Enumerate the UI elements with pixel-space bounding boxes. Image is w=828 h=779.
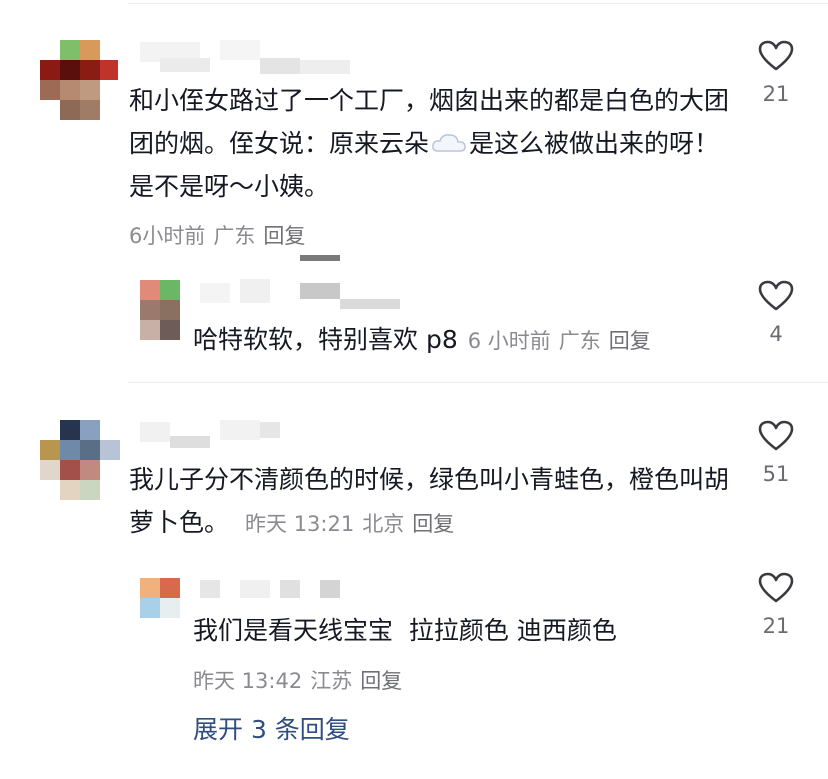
heart-icon	[758, 420, 794, 451]
username-blurred[interactable]	[200, 578, 350, 602]
like-button[interactable]: 51	[746, 420, 806, 486]
like-count: 51	[762, 462, 790, 486]
heart-icon	[758, 572, 794, 603]
reply-button[interactable]: 回复	[263, 224, 305, 248]
username-blurred[interactable]	[130, 40, 360, 76]
reply-text: 哈特软软，特别喜欢 p8 6 小时前 广东 回复	[193, 318, 659, 363]
reply-button[interactable]: 回复	[609, 329, 651, 353]
comment-time: 昨天 13:42	[193, 669, 303, 693]
comment-thread: 和小侄女路过了一个工厂，烟囱出来的都是白色的大团团的烟。侄女说：原来云朵 是这么被…	[0, 0, 828, 779]
top-divider	[128, 3, 828, 4]
comment-time: 昨天 13:21	[245, 512, 355, 536]
comment-time: 6小时前	[129, 224, 206, 248]
like-count: 21	[762, 82, 790, 106]
reply-text: 我们是看天线宝宝 拉拉颜色 迪西颜色	[193, 616, 617, 645]
comment-text: 和小侄女路过了一个工厂，烟囱出来的都是白色的大团团的烟。侄女说：原来云朵 是这么被…	[129, 79, 729, 208]
comment-meta: 6小时前 广东 回复	[129, 220, 313, 250]
avatar[interactable]	[30, 40, 120, 120]
like-count: 4	[769, 322, 783, 346]
comment-text: 哈特软软，特别喜欢 p8	[193, 325, 458, 354]
cloud-emoji-icon	[432, 134, 466, 152]
avatar[interactable]	[40, 420, 120, 500]
comment-location: 广东	[558, 329, 601, 353]
comment-text: 我儿子分不清颜色的时候，绿色叫小青蛙色，橙色叫胡萝卜色。 昨天 13:21 北京 回复	[129, 458, 739, 546]
like-button[interactable]: 21	[746, 40, 806, 106]
heart-icon	[758, 280, 794, 311]
username-blurred[interactable]	[140, 418, 290, 454]
comment-location: 北京	[362, 512, 405, 536]
like-button[interactable]: 4	[746, 280, 806, 346]
heart-icon	[758, 40, 794, 71]
comment-divider	[128, 382, 828, 383]
reply-button[interactable]: 回复	[360, 669, 402, 693]
reply-button[interactable]: 回复	[412, 512, 454, 536]
like-count: 21	[762, 614, 790, 638]
avatar[interactable]	[140, 578, 182, 620]
comment-time: 6 小时前	[467, 329, 551, 353]
avatar[interactable]	[140, 280, 182, 340]
comment-location: 江苏	[310, 669, 353, 693]
username-blurred[interactable]	[200, 253, 420, 317]
like-button[interactable]: 21	[746, 572, 806, 638]
comment-location: 广东	[213, 224, 256, 248]
comment-meta: 昨天 13:42 江苏 回复	[193, 665, 410, 695]
expand-replies-button[interactable]: 展开 3 条回复	[193, 710, 350, 746]
